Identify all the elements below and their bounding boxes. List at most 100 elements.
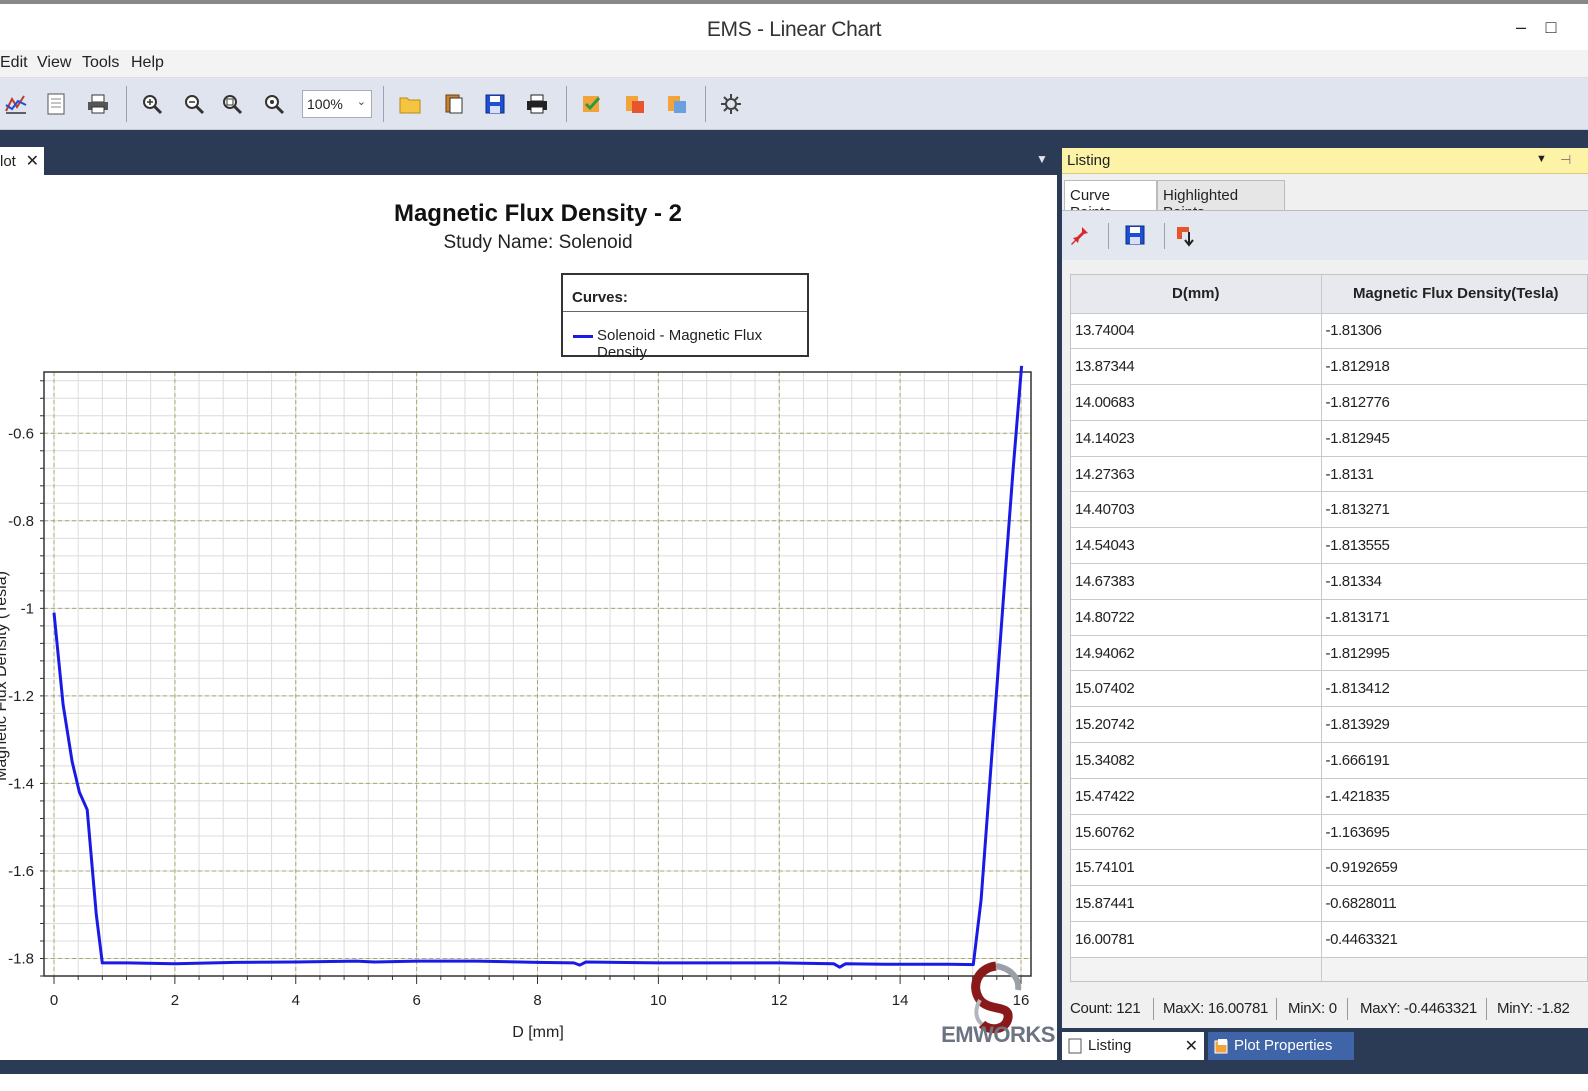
zoom-reset-icon[interactable] (260, 90, 288, 118)
table-row[interactable]: 14.80722 -1.813171 (1071, 599, 1587, 636)
y-tick-label: -0.8 (8, 513, 34, 530)
listing-icon (1068, 1038, 1082, 1054)
menu-view[interactable]: View (37, 54, 71, 72)
checklist-icon[interactable] (578, 90, 606, 118)
cell-flux: -1.163695 (1321, 814, 1587, 851)
zoom-out-icon[interactable] (180, 90, 208, 118)
settings-icon[interactable] (717, 90, 745, 118)
table-new-row[interactable] (1071, 957, 1587, 981)
save-icon[interactable] (1124, 224, 1148, 248)
chart-icon[interactable] (2, 90, 30, 118)
status-minx: MinX: 0 (1288, 1000, 1337, 1017)
table-row[interactable]: 14.27363 -1.8131 (1071, 456, 1587, 493)
cell-flux: -1.812945 (1321, 420, 1587, 457)
cell-d: 15.47422 (1071, 778, 1322, 815)
menu-help[interactable]: Help (131, 54, 164, 72)
open-folder-icon[interactable] (396, 90, 424, 118)
table-row[interactable]: 14.00683 -1.812776 (1071, 384, 1587, 421)
maximize-button[interactable]: □ (1538, 14, 1564, 40)
x-tick-label: 6 (412, 992, 420, 1009)
table-row[interactable]: 15.07402 -1.813412 (1071, 670, 1587, 708)
pin-point-icon[interactable] (1070, 224, 1094, 248)
tab-plot-label: lot (0, 153, 16, 170)
table-row[interactable]: 15.47422 -1.421835 (1071, 778, 1587, 815)
legend-swatch (573, 335, 593, 338)
table-row[interactable]: 16.00781 -0.4463321 (1071, 921, 1587, 958)
cell-d: 14.27363 (1071, 456, 1322, 493)
window-title: EMS - Linear Chart (706, 18, 882, 41)
tab-plot-properties[interactable]: Plot Properties (1208, 1032, 1354, 1060)
tab-plot[interactable]: lot ✕ (0, 147, 44, 175)
status-separator (1153, 998, 1154, 1020)
column-header-d[interactable]: D(mm) (1071, 275, 1322, 314)
export-data-icon[interactable] (663, 90, 691, 118)
y-tick-label: -1.8 (8, 950, 34, 967)
table-row[interactable]: 13.74004 -1.81306 (1071, 313, 1587, 350)
app-window: EMS - Linear Chart – □ Edit View Tools H… (0, 0, 1588, 1091)
x-axis-label: D [mm] (512, 1024, 564, 1041)
zoom-in-icon[interactable] (138, 90, 166, 118)
cell-flux: -0.6828011 (1321, 885, 1587, 923)
minimize-button[interactable]: – (1508, 14, 1534, 40)
table-row[interactable]: 15.87441 -0.6828011 (1071, 885, 1587, 923)
tab-listing[interactable]: Listing ✕ (1062, 1032, 1204, 1060)
close-icon[interactable]: ✕ (1185, 1036, 1198, 1056)
tab-curve-points[interactable]: Curve Points (1064, 180, 1157, 221)
table-row[interactable]: 15.20742 -1.813929 (1071, 706, 1587, 744)
y-tick-label: -1 (21, 600, 34, 617)
cell-d: 15.07402 (1071, 670, 1322, 708)
table-row[interactable]: 15.74101 -0.9192659 (1071, 849, 1587, 887)
cell-d: 13.74004 (1071, 313, 1322, 350)
table-row[interactable]: 15.60762 -1.163695 (1071, 814, 1587, 851)
print-icon[interactable] (523, 90, 551, 118)
table-row[interactable]: 14.67383 -1.81334 (1071, 563, 1587, 600)
y-tick-label: -1.4 (8, 775, 34, 792)
page-icon[interactable] (42, 90, 70, 118)
chart: 0 2 4 6 8 10 12 14 16 -0.6-0.8-1-1.2-1.4-1.6-1.8… (0, 365, 1032, 1041)
table-row[interactable]: 14.40703 -1.813271 (1071, 491, 1587, 529)
tab-highlighted-points[interactable]: Highlighted Points (1157, 180, 1285, 221)
status-maxx: MaxX: 16.00781 (1163, 1000, 1269, 1017)
print-preview-icon[interactable] (84, 90, 112, 118)
table-row[interactable]: 14.54043 -1.813555 (1071, 527, 1587, 565)
table-row[interactable]: 13.87344 -1.812918 (1071, 348, 1587, 386)
status-miny: MinY: -1.82 (1497, 1000, 1570, 1017)
properties-icon (1214, 1039, 1228, 1054)
x-tick-label: 14 (892, 992, 909, 1009)
export-down-icon[interactable] (1174, 224, 1198, 248)
y-tick-label: -0.6 (8, 425, 34, 442)
cell-d: 14.54043 (1071, 527, 1322, 565)
status-separator (1347, 998, 1348, 1020)
pin-icon[interactable]: ⊣ (1560, 152, 1571, 168)
cell-d: 14.40703 (1071, 491, 1322, 529)
zoom-box-icon[interactable] (218, 90, 246, 118)
cell-d: 15.20742 (1071, 706, 1322, 744)
chevron-down-icon[interactable]: ▼ (1036, 152, 1048, 166)
y-tick-label: -1.2 (8, 688, 34, 705)
zoom-select[interactable]: 100% ⌄ (302, 90, 372, 118)
listing-panel-header: Listing ▼ ⊣ (1062, 148, 1588, 174)
copy-icon[interactable] (440, 90, 468, 118)
cell-flux: -1.421835 (1321, 778, 1587, 815)
cell-d: 15.60762 (1071, 814, 1322, 851)
table-row[interactable]: 15.34082 -1.666191 (1071, 742, 1587, 779)
column-header-flux[interactable]: Magnetic Flux Density(Tesla) (1321, 275, 1587, 314)
export-image-icon[interactable] (621, 90, 649, 118)
table-row[interactable]: 14.94062 -1.812995 (1071, 635, 1587, 672)
window-bottom-edge (0, 1074, 1588, 1091)
cell-flux: -1.813555 (1321, 527, 1587, 565)
menu-tools[interactable]: Tools (82, 54, 119, 72)
menu-edit[interactable]: Edit (0, 54, 28, 72)
toolbar-separator (383, 86, 384, 122)
menu-bar: Edit View Tools Help (0, 50, 1588, 78)
table-row[interactable]: 14.14023 -1.812945 (1071, 420, 1587, 457)
chevron-down-icon[interactable]: ▼ (1536, 153, 1547, 165)
status-separator (1486, 998, 1487, 1020)
cell-empty (1071, 957, 1322, 981)
save-icon[interactable] (481, 90, 509, 118)
plot-area: 0 2 4 6 8 10 12 14 16 -0.6 -0.8 -1 -1.2 -1.4 -1.6 -1.8… (0, 175, 1057, 1060)
cell-d: 14.80722 (1071, 599, 1322, 636)
close-icon[interactable]: ✕ (26, 151, 39, 171)
bottom-tab-strip: Listing ✕ Plot Properties (1062, 1028, 1588, 1062)
y-axis-label: Magnetic Flux Density (Tesla) (0, 571, 10, 781)
